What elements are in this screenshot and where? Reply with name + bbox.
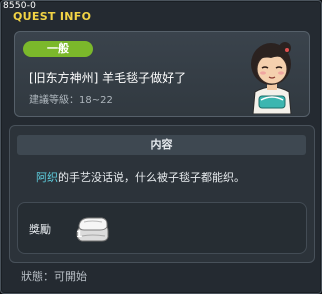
content-panel: 内容 阿织的手艺没话说，什么被子毯子都能织。 獎勵 1 (9, 125, 315, 263)
quest-status: 狀態：可開始 (21, 270, 87, 283)
npc-portrait-icon (251, 42, 292, 114)
recommended-level: 建議等級：18~22 (29, 95, 113, 106)
window-title: QUEST INFO (13, 10, 92, 23)
quest-info-window: 8550-0 QUEST INFO 一般 [旧东方神州] 羊毛毯子做好了 建議等… (0, 0, 322, 294)
npc-name-link[interactable]: 阿织 (36, 171, 58, 184)
category-badge: 一般 (23, 41, 93, 57)
quest-name: [旧东方神州] 羊毛毯子做好了 (29, 71, 187, 85)
reward-item-count: 1 (76, 230, 83, 240)
description-text: 的手艺没话说，什么被子毯子都能织。 (58, 171, 245, 184)
content-header: 内容 (17, 135, 306, 155)
quest-description: 阿织的手艺没话说，什么被子毯子都能织。 (36, 169, 245, 185)
reward-box: 獎勵 1 (17, 202, 307, 254)
reward-label: 獎勵 (29, 223, 51, 236)
quest-summary-card: 一般 [旧东方神州] 羊毛毯子做好了 建議等級：18~22 (14, 31, 310, 117)
